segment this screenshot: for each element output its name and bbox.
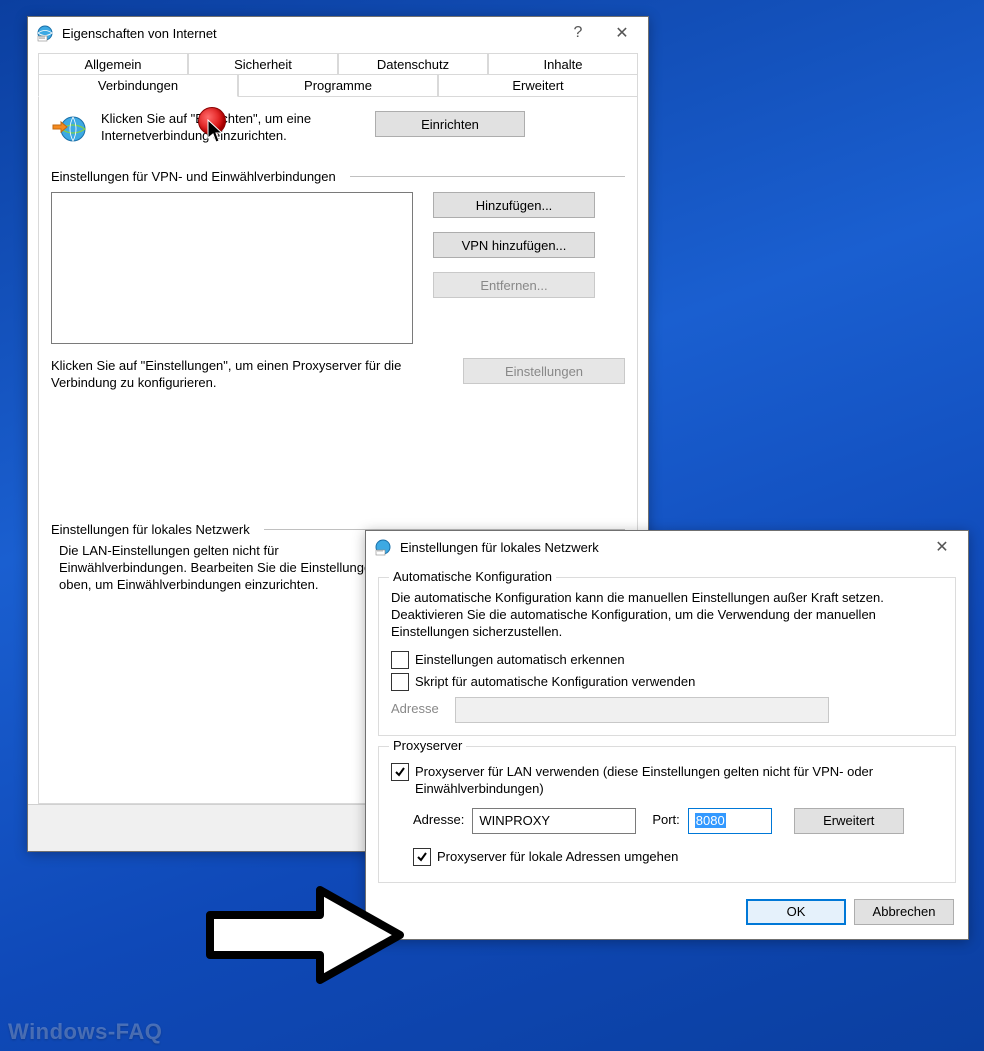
script-address-label: Adresse [391, 701, 447, 718]
auto-config-desc: Die automatische Konfiguration kann die … [391, 590, 943, 641]
close-button[interactable]: ✕ [600, 19, 644, 47]
titlebar[interactable]: Eigenschaften von Internet ? ✕ [28, 17, 648, 49]
lan-dialog-footer: OK Abbrechen [366, 887, 968, 939]
tab-sicherheit[interactable]: Sicherheit [188, 53, 338, 75]
proxy-address-input[interactable] [472, 808, 636, 834]
tab-inhalte[interactable]: Inhalte [488, 53, 638, 75]
proxy-advanced-button[interactable]: Erweitert [794, 808, 904, 834]
lan-ok-button[interactable]: OK [746, 899, 846, 925]
add-vpn-button[interactable]: VPN hinzufügen... [433, 232, 595, 258]
bypass-local-label: Proxyserver für lokale Adressen umgehen [437, 848, 678, 866]
tab-datenschutz[interactable]: Datenschutz [338, 53, 488, 75]
internet-options-icon [374, 538, 392, 556]
setup-hint-text: Klicken Sie auf "Einrichten", um eine In… [101, 111, 361, 145]
internet-options-icon [36, 24, 54, 42]
proxy-address-label: Adresse: [413, 812, 464, 829]
vpn-section-label: Einstellungen für VPN- und Einwählverbin… [51, 169, 336, 184]
lan-settings-window: Einstellungen für lokales Netzwerk ✕ Aut… [365, 530, 969, 940]
dialup-connections-listbox[interactable] [51, 192, 413, 344]
auto-detect-checkbox[interactable] [391, 651, 409, 669]
proxy-legend: Proxyserver [389, 738, 466, 753]
auto-config-legend: Automatische Konfiguration [389, 569, 556, 584]
lan-cancel-button[interactable]: Abbrechen [854, 899, 954, 925]
proxy-port-value: 8080 [695, 813, 726, 828]
proxy-port-input[interactable]: 8080 [688, 808, 772, 834]
lan-hint-text: Die LAN-Einstellungen gelten nicht für E… [51, 543, 389, 594]
remove-button: Entfernen... [433, 272, 595, 298]
lan-window-title: Einstellungen für lokales Netzwerk [400, 540, 920, 555]
proxy-use-label: Proxyserver für LAN verwenden (diese Ein… [415, 763, 943, 798]
globe-setup-icon [51, 111, 87, 147]
lan-section-label: Einstellungen für lokales Netzwerk [51, 522, 250, 537]
proxy-use-checkbox-row[interactable]: Proxyserver für LAN verwenden (diese Ein… [391, 763, 943, 798]
connection-settings-button: Einstellungen [463, 358, 625, 384]
proxy-use-checkbox[interactable] [391, 763, 409, 781]
auto-detect-checkbox-row[interactable]: Einstellungen automatisch erkennen [391, 651, 943, 669]
script-address-input [455, 697, 829, 723]
window-title: Eigenschaften von Internet [62, 26, 556, 41]
proxy-port-label: Port: [652, 812, 679, 829]
tab-verbindungen[interactable]: Verbindungen [38, 74, 238, 97]
add-button[interactable]: Hinzufügen... [433, 192, 595, 218]
tab-allgemein[interactable]: Allgemein [38, 53, 188, 75]
tab-erweitert[interactable]: Erweitert [438, 74, 638, 97]
setup-button[interactable]: Einrichten [375, 111, 525, 137]
proxy-group: Proxyserver Proxyserver für LAN verwende… [378, 746, 956, 883]
watermark-text: Windows-FAQ [8, 1019, 162, 1045]
bypass-local-checkbox[interactable] [413, 848, 431, 866]
bypass-local-checkbox-row[interactable]: Proxyserver für lokale Adressen umgehen [413, 848, 943, 866]
auto-detect-label: Einstellungen automatisch erkennen [415, 651, 625, 669]
tab-programme[interactable]: Programme [238, 74, 438, 97]
auto-script-checkbox-row[interactable]: Skript für automatische Konfiguration ve… [391, 673, 943, 691]
lan-titlebar[interactable]: Einstellungen für lokales Netzwerk ✕ [366, 531, 968, 563]
lan-close-button[interactable]: ✕ [920, 533, 964, 561]
auto-script-label: Skript für automatische Konfiguration ve… [415, 673, 695, 691]
auto-config-group: Automatische Konfiguration Die automatis… [378, 577, 956, 736]
help-button[interactable]: ? [556, 19, 600, 47]
cursor-icon [207, 119, 227, 148]
auto-script-checkbox[interactable] [391, 673, 409, 691]
proxy-hint-text: Klicken Sie auf "Einstellungen", um eine… [51, 358, 443, 392]
